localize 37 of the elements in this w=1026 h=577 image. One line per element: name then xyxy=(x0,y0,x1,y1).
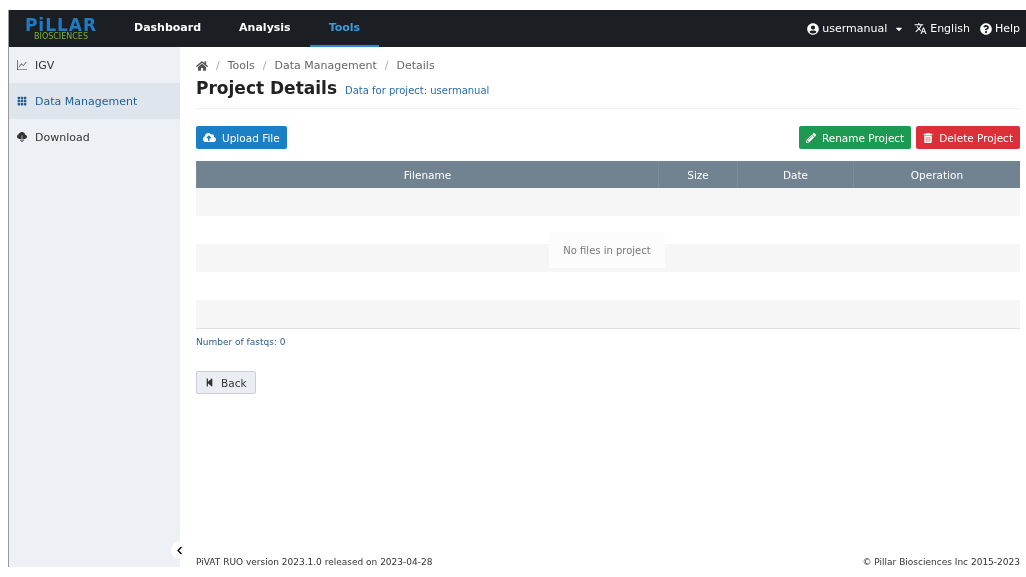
back-button[interactable]: Back xyxy=(196,371,256,394)
cloud-download-icon xyxy=(17,132,27,142)
user-icon xyxy=(807,22,820,35)
home-icon[interactable] xyxy=(196,59,208,72)
breadcrumb-link[interactable]: Data Management xyxy=(274,59,377,72)
trash-icon xyxy=(923,132,934,143)
rename-button[interactable]: Rename Project xyxy=(798,126,912,149)
breadcrumb-separator: / xyxy=(262,59,267,72)
breadcrumb-separator: / xyxy=(216,59,220,72)
help-icon xyxy=(979,22,992,35)
fastq-count: Number of fastqs: 0 xyxy=(196,337,287,347)
sidebar-item[interactable]: Data Management xyxy=(9,83,180,119)
help-link[interactable]: Help xyxy=(979,22,1020,35)
pencil-icon xyxy=(805,132,816,143)
breadcrumb-link[interactable]: Tools xyxy=(227,59,255,72)
nav-tab[interactable]: Tools xyxy=(309,10,380,47)
version-text: PiVAT RUO version 2023.1.0 released on 2023-04-28 xyxy=(196,558,433,567)
sidebar-item[interactable]: IGV xyxy=(9,47,180,83)
breadcrumb-separator: / xyxy=(384,59,389,72)
language-menu[interactable]: English xyxy=(914,22,970,35)
upload-icon xyxy=(203,131,216,144)
user-menu[interactable]: usermanual xyxy=(807,22,905,35)
page-subtitle: Data for project: usermanual xyxy=(345,85,490,96)
nav-tab[interactable]: Dashboard xyxy=(115,10,221,47)
nav-tab[interactable]: Analysis xyxy=(220,10,310,47)
page-title: Project Details xyxy=(196,78,337,98)
upload-button[interactable]: Upload File xyxy=(196,126,287,149)
breadcrumb-link[interactable]: Details xyxy=(396,59,435,72)
sidebar-item[interactable]: Download xyxy=(9,119,180,155)
logo: PiLLAR BIOSCIENCES xyxy=(23,16,99,41)
step-back-icon xyxy=(205,378,214,387)
chart-icon xyxy=(17,60,27,70)
translate-icon xyxy=(914,22,928,35)
copyright-text: © Pillar Biosciences Inc 2015-2023 xyxy=(862,558,1020,567)
grid-icon xyxy=(17,96,27,106)
chevron-left-icon xyxy=(175,546,184,555)
delete-button[interactable]: Delete Project xyxy=(916,126,1020,149)
